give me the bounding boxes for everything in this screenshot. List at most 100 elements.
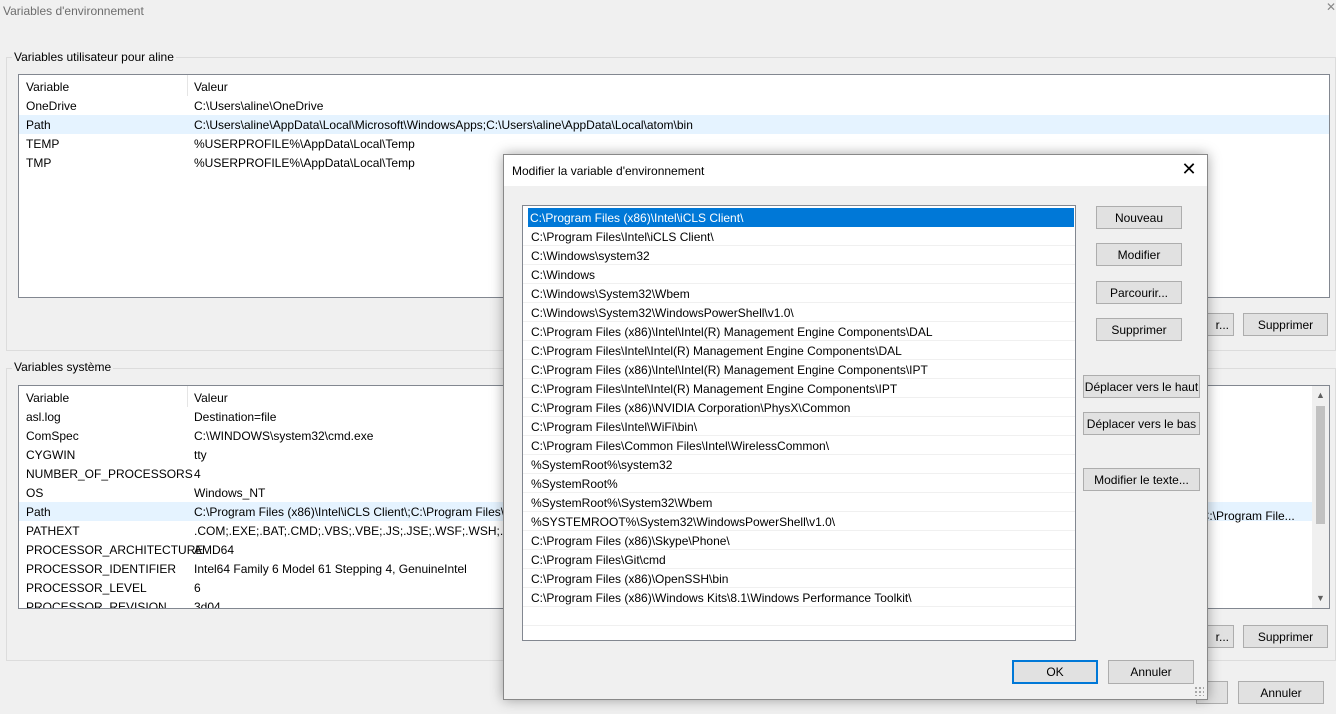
- delete-button[interactable]: Supprimer: [1096, 318, 1182, 341]
- path-entry-text: C:\Program Files (x86)\Windows Kits\8.1\…: [531, 591, 912, 605]
- path-entry-text: C:\Program Files (x86)\Intel\iCLS Client…: [530, 211, 744, 225]
- column-header-valeur[interactable]: Valeur: [194, 391, 228, 405]
- path-entry-text: C:\Program Files\Intel\Intel(R) Manageme…: [531, 382, 898, 396]
- path-entry[interactable]: C:\Windows\System32\Wbem: [523, 284, 1075, 303]
- system-vars-delete-button[interactable]: Supprimer: [1243, 625, 1328, 648]
- variable-name: PROCESSOR_REVISION: [26, 600, 167, 609]
- variable-name: TEMP: [26, 137, 60, 151]
- path-entry[interactable]: %SYSTEMROOT%\System32\WindowsPowerShell\…: [523, 512, 1075, 531]
- variable-value: 3d04: [194, 600, 221, 609]
- table-row[interactable]: OneDrive C:\Users\aline\OneDrive: [19, 96, 1329, 115]
- path-entry-text: C:\Program Files (x86)\Intel\Intel(R) Ma…: [531, 325, 933, 339]
- variable-value: .COM;.EXE;.BAT;.CMD;.VBS;.VBE;.JS;.JSE;.…: [194, 524, 530, 538]
- path-entry-text: C:\Program Files (x86)\NVIDIA Corporatio…: [531, 401, 851, 415]
- path-entry[interactable]: C:\Program Files\Intel\Intel(R) Manageme…: [523, 341, 1075, 360]
- variable-name: PROCESSOR_IDENTIFIER: [26, 562, 177, 576]
- path-entry[interactable]: %SystemRoot%\System32\Wbem: [523, 493, 1075, 512]
- variable-name: asl.log: [26, 410, 61, 424]
- path-entry[interactable]: C:\Windows\System32\WindowsPowerShell\v1…: [523, 303, 1075, 322]
- dialog-close-icon[interactable]: ✕: [1179, 159, 1199, 179]
- variable-value: C:\Users\aline\OneDrive: [194, 99, 324, 113]
- path-entry[interactable]: C:\Windows: [523, 265, 1075, 284]
- path-entry[interactable]: C:\Windows\system32: [523, 246, 1075, 265]
- variable-name: Path: [26, 505, 51, 519]
- variable-value: AMD64: [194, 543, 235, 557]
- scroll-up-icon[interactable]: ▲: [1312, 390, 1329, 400]
- path-entry[interactable]: C:\Program Files (x86)\Intel\Intel(R) Ma…: [523, 360, 1075, 379]
- main-cancel-button[interactable]: Annuler: [1238, 681, 1324, 704]
- path-entry[interactable]: C:\Program Files\Intel\Intel(R) Manageme…: [523, 379, 1075, 398]
- variable-value: tty: [194, 448, 207, 462]
- path-entry[interactable]: C:\Program Files (x86)\NVIDIA Corporatio…: [523, 398, 1075, 417]
- variable-name: PROCESSOR_ARCHITECTURE: [26, 543, 204, 557]
- path-entry-text: %SYSTEMROOT%\System32\WindowsPowerShell\…: [531, 515, 836, 529]
- path-entry-text: C:\Windows\system32: [531, 249, 650, 263]
- variable-name: OS: [26, 486, 44, 500]
- variable-value: Destination=file: [194, 410, 277, 424]
- variable-value: %USERPROFILE%\AppData\Local\Temp: [194, 156, 415, 170]
- path-entry-text: C:\Program Files\Git\cmd: [531, 553, 666, 567]
- variable-value: Intel64 Family 6 Model 61 Stepping 4, Ge…: [194, 562, 467, 576]
- cancel-button[interactable]: Annuler: [1108, 660, 1194, 684]
- path-entry-text: %SystemRoot%\System32\Wbem: [531, 496, 713, 510]
- column-header-variable[interactable]: Variable: [26, 391, 69, 405]
- browse-button[interactable]: Parcourir...: [1096, 281, 1182, 304]
- path-entry[interactable]: C:\Program Files\Intel\iCLS Client\: [523, 227, 1075, 246]
- path-entry[interactable]: C:\Program Files\Intel\WiFi\bin\: [523, 417, 1075, 436]
- path-entries-list[interactable]: C:\Program Files (x86)\Intel\iCLS Client…: [522, 205, 1076, 641]
- scroll-down-icon[interactable]: ▼: [1312, 593, 1329, 603]
- system-vars-scrollbar[interactable]: ▲ ▼: [1312, 386, 1329, 608]
- path-entry-text: C:\Program Files (x86)\Skype\Phone\: [531, 534, 730, 548]
- ok-button[interactable]: OK: [1012, 660, 1098, 684]
- path-entry[interactable]: C:\Program Files (x86)\OpenSSH\bin: [523, 569, 1075, 588]
- variable-name: PROCESSOR_LEVEL: [26, 581, 147, 595]
- variable-value: 4: [194, 467, 201, 481]
- variable-name: CYGWIN: [26, 448, 76, 462]
- path-entry-text: C:\Program Files (x86)\Intel\Intel(R) Ma…: [531, 363, 928, 377]
- table-row[interactable]: TEMP %USERPROFILE%\AppData\Local\Temp: [19, 134, 1329, 153]
- dialog-titlebar: Modifier la variable d'environnement ✕: [504, 155, 1207, 186]
- path-entry-text: C:\Windows\System32\WindowsPowerShell\v1…: [531, 306, 794, 320]
- move-down-button[interactable]: Déplacer vers le bas: [1083, 412, 1200, 435]
- path-entry-text: C:\Program Files\Intel\Intel(R) Manageme…: [531, 344, 902, 358]
- variable-name: TMP: [26, 156, 52, 170]
- window-title: Variables d'environnement: [3, 4, 144, 18]
- system-path-value-tail: \;C:\Program File...: [1194, 509, 1295, 523]
- user-vars-group-label: Variables utilisateur pour aline: [12, 50, 176, 64]
- variable-name: PATHEXT: [26, 524, 80, 538]
- edit-variable-dialog: Modifier la variable d'environnement ✕ C…: [503, 154, 1208, 700]
- path-entry-text: C:\Program Files (x86)\OpenSSH\bin: [531, 572, 729, 586]
- column-header-variable[interactable]: Variable: [26, 80, 69, 94]
- variable-name: ComSpec: [26, 429, 79, 443]
- path-entry[interactable]: C:\Program Files (x86)\Intel\iCLS Client…: [528, 208, 1074, 227]
- resize-grip-icon[interactable]: [1194, 686, 1204, 696]
- path-entry[interactable]: C:\Program Files\Common Files\Intel\Wire…: [523, 436, 1075, 455]
- new-button[interactable]: Nouveau: [1096, 206, 1182, 229]
- variable-value: Windows_NT: [194, 486, 266, 500]
- window-close-icon[interactable]: ✕: [1326, 0, 1336, 14]
- variable-name: OneDrive: [26, 99, 77, 113]
- path-entry-text: C:\Program Files\Intel\iCLS Client\: [531, 230, 714, 244]
- path-entry[interactable]: C:\Program Files\Git\cmd: [523, 550, 1075, 569]
- user-vars-header: Variable Valeur: [19, 75, 1329, 96]
- edit-text-button[interactable]: Modifier le texte...: [1083, 468, 1200, 491]
- variable-value: 6: [194, 581, 201, 595]
- table-row[interactable]: Path C:\Users\aline\AppData\Local\Microso…: [19, 115, 1329, 134]
- path-entry[interactable]: C:\Program Files (x86)\Intel\Intel(R) Ma…: [523, 322, 1075, 341]
- scroll-thumb[interactable]: [1316, 406, 1325, 524]
- move-up-button[interactable]: Déplacer vers le haut: [1083, 375, 1200, 398]
- column-header-valeur[interactable]: Valeur: [194, 80, 228, 94]
- variable-value: C:\WINDOWS\system32\cmd.exe: [194, 429, 374, 443]
- dialog-title: Modifier la variable d'environnement: [512, 164, 705, 178]
- path-entry[interactable]: %SystemRoot%\system32: [523, 455, 1075, 474]
- variable-value: C:\Program Files (x86)\Intel\iCLS Client…: [194, 505, 508, 519]
- path-entry[interactable]: C:\Program Files (x86)\Skype\Phone\: [523, 531, 1075, 550]
- path-entry[interactable]: C:\Program Files (x86)\Windows Kits\8.1\…: [523, 588, 1075, 607]
- path-entry[interactable]: [523, 607, 1075, 626]
- path-entry-text: %SystemRoot%\system32: [531, 458, 673, 472]
- edit-button[interactable]: Modifier: [1096, 243, 1182, 266]
- path-entry-text: %SystemRoot%: [531, 477, 618, 491]
- variable-name: NUMBER_OF_PROCESSORS: [26, 467, 193, 481]
- user-vars-delete-button[interactable]: Supprimer: [1243, 313, 1328, 336]
- path-entry[interactable]: %SystemRoot%: [523, 474, 1075, 493]
